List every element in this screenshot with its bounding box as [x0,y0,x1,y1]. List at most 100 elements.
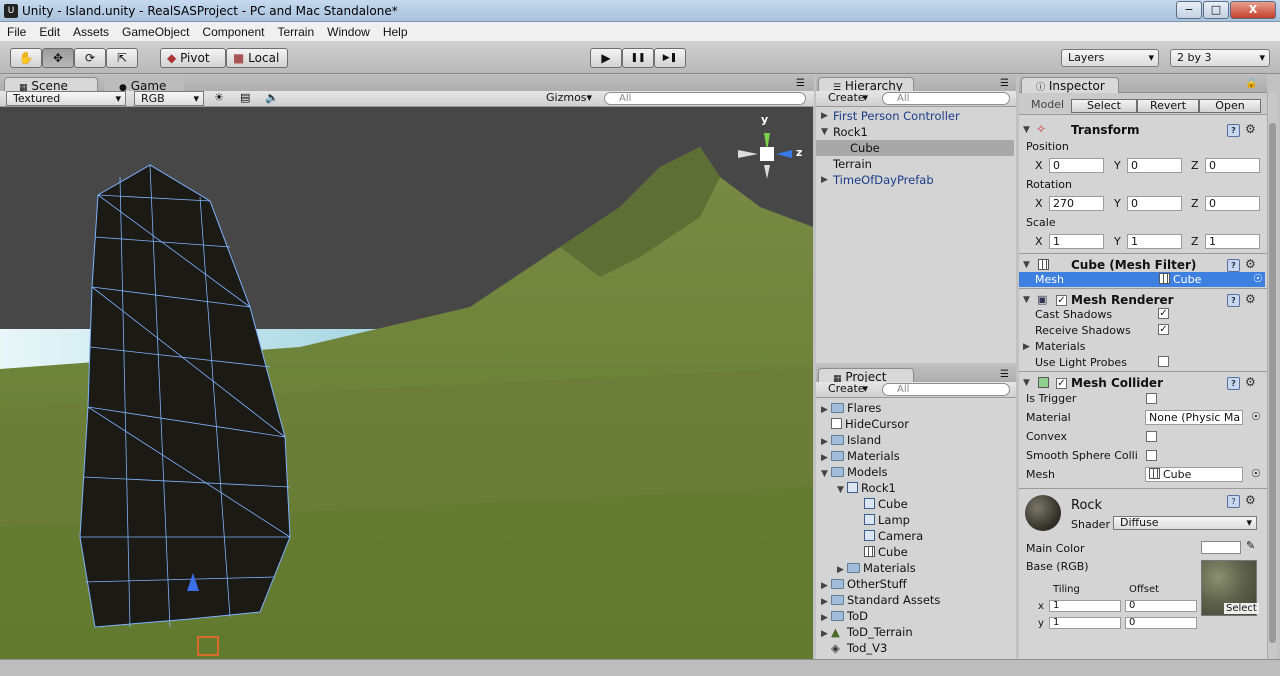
transform-header[interactable]: ▼ ✧ Transform ? ⚙ [1019,122,1267,140]
light-probes-checkbox[interactable] [1158,356,1169,367]
help-icon[interactable]: ? [1227,294,1240,307]
project-item[interactable]: HideCursor [816,417,909,431]
shader-dropdown[interactable]: Diffuse [1113,516,1257,530]
convex-checkbox[interactable] [1146,431,1157,442]
project-item[interactable]: Cube [864,497,908,511]
receive-shadows-checkbox[interactable]: ✓ [1158,324,1169,335]
collapse-icon[interactable]: ▼ [1023,378,1030,388]
tiling-x-field[interactable]: 1 [1049,600,1121,612]
project-item[interactable]: Camera [864,529,923,543]
help-icon[interactable]: ? [1227,124,1240,137]
object-picker-icon[interactable]: ☉ [1251,467,1261,480]
scale-x-field[interactable]: 1 [1049,234,1104,249]
mesh-collider-header[interactable]: ▼ ✓ Mesh Collider ? ⚙ [1019,375,1267,393]
menu-gameobject[interactable]: GameObject [115,22,195,39]
project-item[interactable]: ▼ Rock1 [832,481,896,495]
base-texture-thumbnail[interactable]: Select [1201,560,1259,616]
collapse-icon[interactable]: ▼ [1023,295,1030,305]
menu-edit[interactable]: Edit [32,22,66,39]
expand-icon[interactable]: ▶ [821,175,828,185]
expand-icon[interactable]: ▶ [821,405,831,415]
expand-icon[interactable]: ▶ [821,613,831,623]
offset-x-field[interactable]: 0 [1125,600,1197,612]
project-item[interactable]: ▶ ▲ ToD_Terrain [816,625,913,639]
panel-menu-icon[interactable]: ☰ [796,78,805,89]
render-mode-dropdown[interactable]: Textured [6,91,126,106]
position-x-field[interactable]: 0 [1049,158,1104,173]
cast-shadows-checkbox[interactable]: ✓ [1158,308,1169,319]
hand-tool-button[interactable]: ✋ [10,48,42,68]
local-button[interactable]: ■ Local [226,48,288,68]
inspector-scrollbar[interactable] [1267,93,1277,659]
hierarchy-item[interactable]: ▶ First Person Controller [816,108,1016,124]
collapse-icon[interactable]: ▼ [1023,125,1030,135]
menu-assets[interactable]: Assets [66,22,115,39]
project-item[interactable]: ▶ ToD [816,609,868,623]
expand-icon[interactable]: ▶ [821,629,831,639]
position-y-field[interactable]: 0 [1127,158,1182,173]
hierarchy-item[interactable]: Terrain [816,156,1016,172]
minimize-button[interactable]: − [1176,1,1202,19]
physic-material-field[interactable]: None (Physic Ma [1145,410,1243,425]
eyedropper-icon[interactable]: ✎ [1246,539,1255,552]
help-icon[interactable]: ? [1227,495,1240,508]
expand-icon[interactable]: ▼ [821,127,828,137]
project-item[interactable]: ▶ Flares [816,401,881,415]
pivot-button[interactable]: ◆ Pivot [160,48,226,68]
main-color-swatch[interactable] [1201,541,1241,554]
project-menu-icon[interactable]: ☰ [1000,369,1009,380]
hierarchy-menu-icon[interactable]: ☰ [1000,78,1009,89]
model-open-button[interactable]: Open [1199,99,1261,113]
smooth-sphere-checkbox[interactable] [1146,450,1157,461]
skybox-toggle-icon[interactable]: ▤ [240,91,250,104]
gizmos-dropdown[interactable]: Gizmos [544,91,596,106]
expand-icon[interactable]: ▼ [837,485,847,495]
hierarchy-item[interactable]: ▶ TimeOfDayPrefab [816,172,1016,188]
project-item[interactable]: Cube [864,545,908,559]
pause-button[interactable]: ❚❚ [622,48,654,68]
menu-help[interactable]: Help [376,22,414,39]
color-mode-dropdown[interactable]: RGB [134,91,204,106]
project-create-dropdown[interactable]: Create [822,383,872,397]
scale-z-field[interactable]: 1 [1205,234,1260,249]
help-icon[interactable]: ? [1227,259,1240,272]
lock-icon[interactable]: 🔒 [1245,78,1257,89]
menu-component[interactable]: Component [195,22,270,39]
project-item[interactable]: ◈ Tod_V3 [816,641,887,655]
hierarchy-create-dropdown[interactable]: Create [822,92,872,106]
hierarchy-search-input[interactable]: All [882,92,1010,105]
rotation-z-field[interactable]: 0 [1205,196,1260,211]
tab-inspector[interactable]: ⓘ Inspector [1021,77,1119,94]
scene-search-input[interactable]: All [604,92,806,105]
step-button[interactable]: ▶❚ [654,48,686,68]
texture-select-button[interactable]: Select [1224,603,1259,614]
gear-icon[interactable]: ⚙ [1245,493,1256,507]
project-search-input[interactable]: All [882,383,1010,396]
expand-icon[interactable]: ▶ [821,581,831,591]
hierarchy-item[interactable]: ▼ Rock1 [816,124,1016,140]
menu-file[interactable]: File [0,22,32,39]
rotation-y-field[interactable]: 0 [1127,196,1182,211]
tiling-y-field[interactable]: 1 [1049,617,1121,629]
help-icon[interactable]: ? [1227,377,1240,390]
move-tool-button[interactable]: ✥ [42,48,74,68]
scale-tool-button[interactable]: ⇱ [106,48,138,68]
rotate-tool-button[interactable]: ⟳ [74,48,106,68]
enable-checkbox[interactable]: ✓ [1056,378,1067,389]
menu-terrain[interactable]: Terrain [270,22,320,39]
expand-icon[interactable]: ▼ [821,469,831,479]
play-button[interactable]: ▶ [590,48,622,68]
model-revert-button[interactable]: Revert [1137,99,1199,113]
expand-icon[interactable]: ▶ [821,597,831,607]
project-item[interactable]: ▶ Materials [832,561,916,575]
rotation-x-field[interactable]: 270 [1049,196,1104,211]
collapse-icon[interactable]: ▼ [1023,260,1030,270]
expand-icon[interactable]: ▶ [821,111,828,121]
is-trigger-checkbox[interactable] [1146,393,1157,404]
enable-checkbox[interactable]: ✓ [1056,295,1067,306]
mesh-field[interactable]: Cube [1159,273,1201,286]
scale-y-field[interactable]: 1 [1127,234,1182,249]
offset-y-field[interactable]: 0 [1125,617,1197,629]
project-item[interactable]: ▼ Models [816,465,888,479]
gear-icon[interactable]: ⚙ [1245,375,1256,389]
